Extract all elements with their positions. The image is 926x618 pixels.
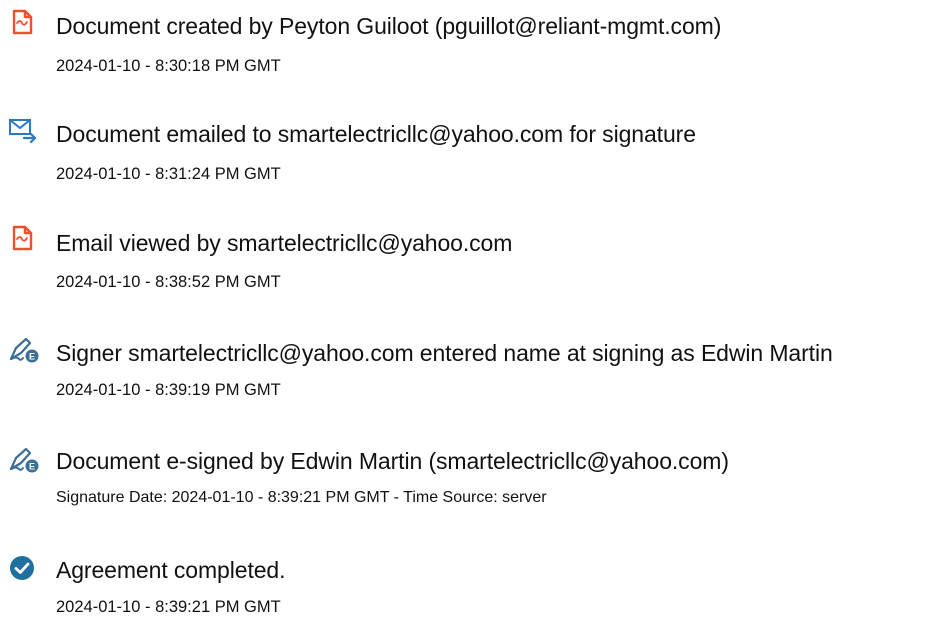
email-send-icon — [8, 116, 38, 144]
event-title: Document emailed to smartelectricllc@yah… — [56, 121, 696, 147]
document-icon — [8, 224, 38, 252]
svg-text:E: E — [29, 352, 35, 362]
event-timestamp: 2024-01-10 - 8:30:18 PM GMT — [56, 57, 281, 75]
event-timestamp: 2024-01-10 - 8:31:24 PM GMT — [56, 165, 281, 183]
signature-pen-icon: E — [8, 336, 39, 364]
event-title: Signer smartelectricllc@yahoo.com entere… — [56, 340, 833, 366]
signature-pen-icon: E — [8, 446, 39, 474]
check-circle-icon — [8, 554, 38, 582]
event-title: Email viewed by smartelectricllc@yahoo.c… — [56, 230, 513, 256]
event-title: Document created by Peyton Guiloot (pgui… — [56, 13, 722, 39]
document-icon — [8, 8, 38, 36]
event-timestamp: 2024-01-10 - 8:39:19 PM GMT — [56, 381, 281, 399]
event-title: Document e-signed by Edwin Martin (smart… — [56, 448, 729, 474]
event-timestamp: Signature Date: 2024-01-10 - 8:39:21 PM … — [56, 489, 547, 506]
event-timestamp: 2024-01-10 - 8:38:52 PM GMT — [56, 273, 281, 291]
event-title: Agreement completed. — [56, 557, 286, 583]
svg-text:E: E — [29, 462, 35, 472]
event-timestamp: 2024-01-10 - 8:39:21 PM GMT — [56, 598, 281, 616]
